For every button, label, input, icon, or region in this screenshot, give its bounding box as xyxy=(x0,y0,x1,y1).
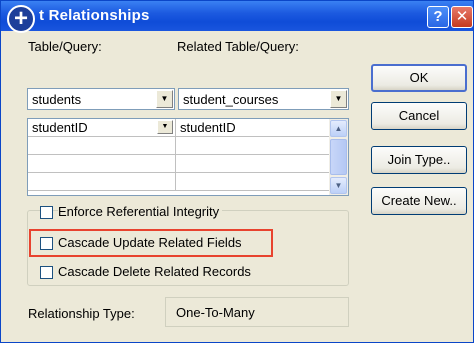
grid-cell-right[interactable] xyxy=(176,137,330,154)
close-button[interactable]: ✕ xyxy=(451,6,473,28)
table-query-label: Table/Query: xyxy=(28,39,102,54)
cascade-delete-label[interactable]: Cascade Delete Related Records xyxy=(58,264,251,279)
highlight-annotation xyxy=(29,229,273,257)
enforce-integrity-checkbox[interactable] xyxy=(40,206,53,219)
chevron-down-icon[interactable]: ▼ xyxy=(156,90,173,108)
relationship-type-label: Relationship Type: xyxy=(28,306,135,321)
chevron-down-icon[interactable]: ▼ xyxy=(330,90,347,108)
join-type-button[interactable]: Join Type.. xyxy=(371,146,467,174)
relationship-type-field: One-To-Many xyxy=(165,297,349,327)
cancel-button[interactable]: Cancel xyxy=(371,102,467,130)
title-bar[interactable]: + t Relationships ? ✕ xyxy=(1,1,473,33)
scroll-up-icon[interactable]: ▲ xyxy=(330,120,347,137)
edit-relationships-dialog: + t Relationships ? ✕ Table/Query: Relat… xyxy=(0,0,474,343)
create-new-button[interactable]: Create New.. xyxy=(371,187,467,215)
ok-button[interactable]: OK xyxy=(371,64,467,92)
grid-cell-right[interactable] xyxy=(176,155,330,172)
plus-icon: + xyxy=(7,5,35,33)
table-query-select[interactable]: students ▼ xyxy=(27,88,175,110)
scroll-down-icon[interactable]: ▼ xyxy=(330,177,347,194)
help-button[interactable]: ? xyxy=(427,6,449,28)
cell-text: studentID xyxy=(180,120,236,135)
cascade-delete-checkbox[interactable] xyxy=(40,266,53,279)
table-row[interactable] xyxy=(28,155,330,173)
grid-cell-left[interactable]: studentID ▼ xyxy=(28,119,176,136)
table-row[interactable] xyxy=(28,173,330,191)
fields-grid: studentID ▼ studentID ▲ ▼ xyxy=(27,118,349,196)
table-row[interactable] xyxy=(28,137,330,155)
scroll-thumb[interactable] xyxy=(330,139,347,175)
related-table-query-select[interactable]: student_courses ▼ xyxy=(178,88,349,110)
grid-cell-right[interactable] xyxy=(176,173,330,190)
window-title: t Relationships xyxy=(39,7,150,24)
relationship-type-value: One-To-Many xyxy=(176,305,255,320)
table-row[interactable]: studentID ▼ studentID xyxy=(28,119,330,137)
cell-text: studentID xyxy=(32,120,88,135)
grid-cell-left[interactable] xyxy=(28,155,176,172)
vertical-scrollbar[interactable]: ▲ ▼ xyxy=(329,119,348,195)
grid-cell-left[interactable] xyxy=(28,137,176,154)
table-query-value: students xyxy=(32,92,82,107)
chevron-down-icon[interactable]: ▼ xyxy=(157,120,173,134)
related-table-query-label: Related Table/Query: xyxy=(177,39,299,54)
grid-cell-right[interactable]: studentID xyxy=(176,119,330,136)
enforce-integrity-label[interactable]: Enforce Referential Integrity xyxy=(58,204,223,219)
grid-cell-left[interactable] xyxy=(28,173,176,190)
related-table-query-value: student_courses xyxy=(183,92,279,107)
